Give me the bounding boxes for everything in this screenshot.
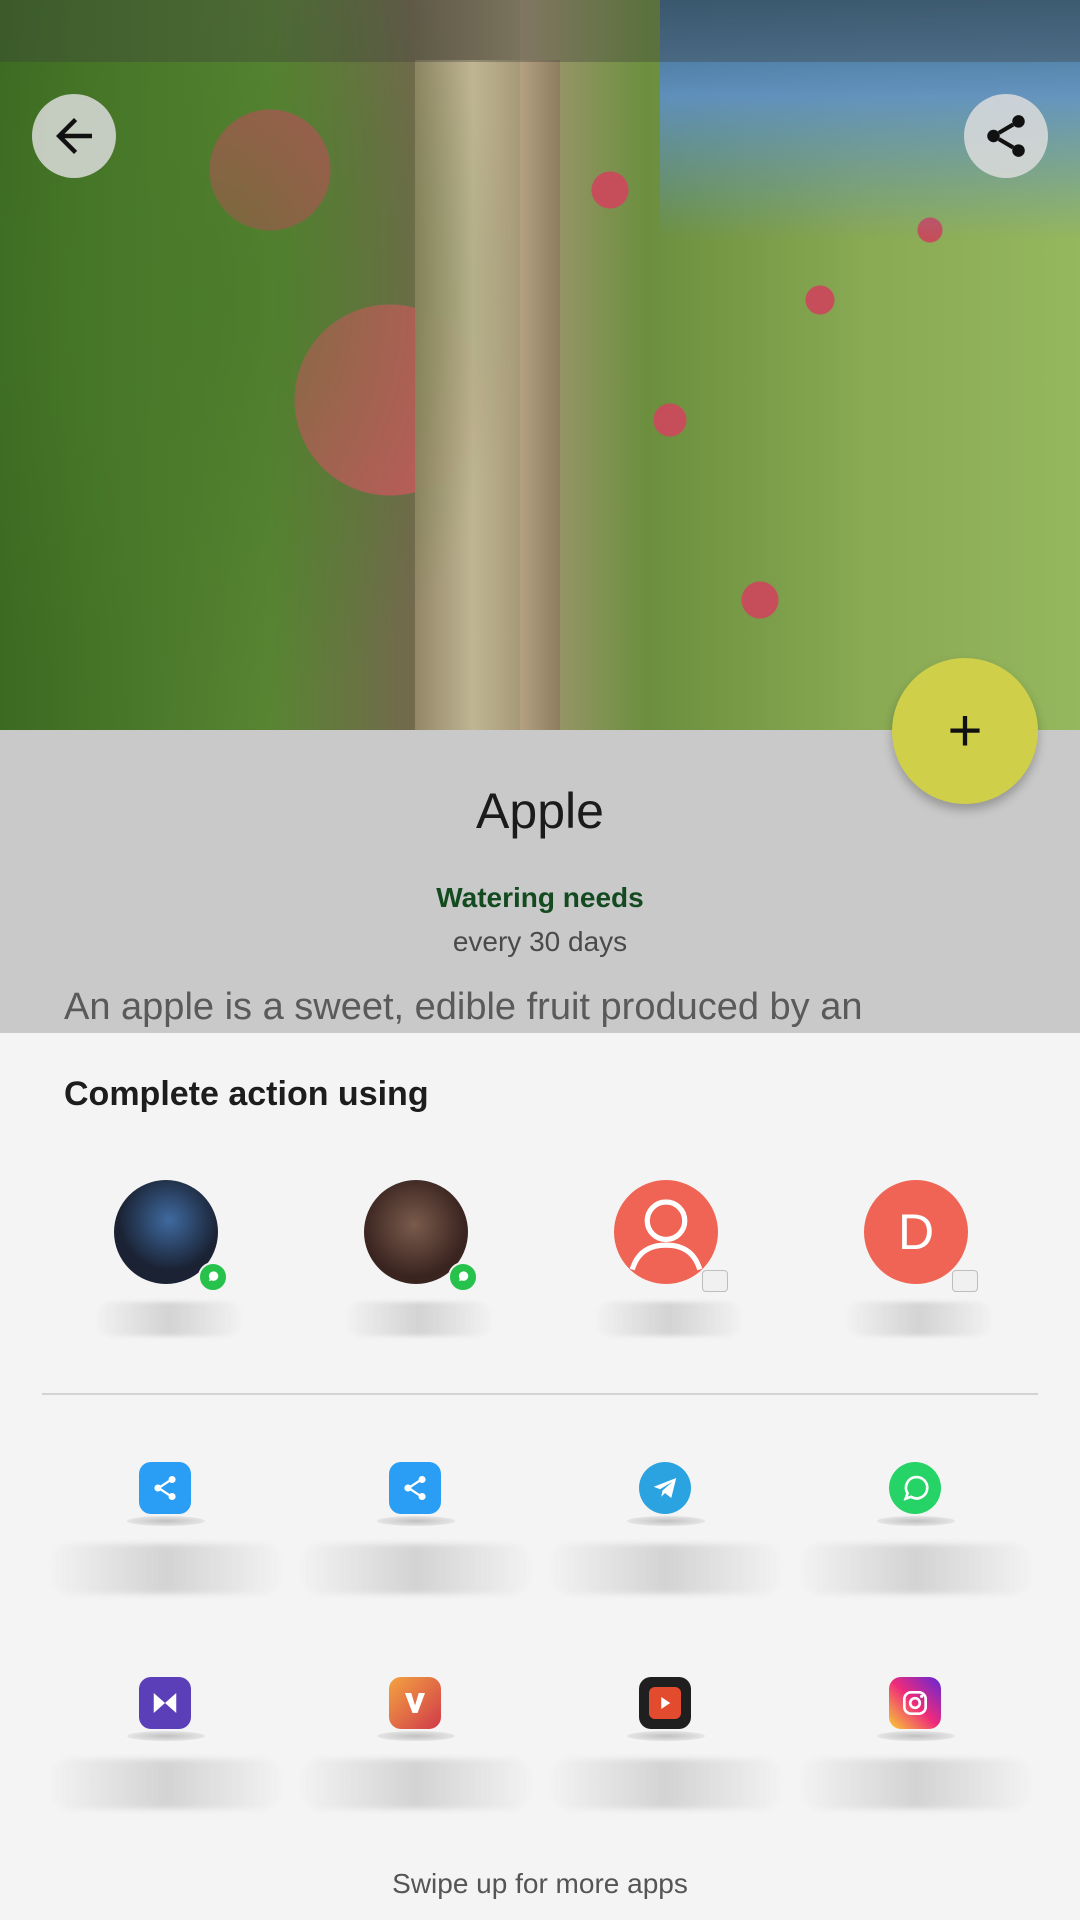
status-bar [0,0,1080,62]
app-target[interactable] [47,1452,285,1594]
watering-title: Watering needs [436,882,644,913]
kinemaster-icon [139,1677,191,1729]
app-target[interactable] [47,1667,285,1809]
app-target[interactable] [797,1452,1035,1594]
contact-name-blurred [94,1302,244,1336]
app-name-blurred [547,1544,785,1594]
video-player-icon [639,1677,691,1729]
contact-name-blurred [844,1302,994,1336]
contact-target[interactable]: D [844,1180,994,1336]
share-it-icon [389,1462,441,1514]
whatsapp-badge-icon [198,1262,228,1292]
app-target[interactable] [547,1667,785,1809]
plant-name: Apple [476,783,604,839]
message-badge-icon [702,1270,728,1292]
app-target[interactable] [547,1452,785,1594]
sheet-title: Complete action using [64,1075,429,1113]
avatar [614,1180,718,1284]
icon-reflection [377,1731,455,1741]
app-target[interactable] [297,1452,535,1594]
telegram-icon [639,1462,691,1514]
avatar: D [864,1180,968,1284]
icon-reflection [127,1731,205,1741]
icon-reflection [627,1516,705,1526]
back-button[interactable] [32,94,116,178]
icon-reflection [127,1516,205,1526]
contact-target[interactable] [594,1180,744,1336]
contact-name-blurred [594,1302,744,1336]
watering-value: every 30 days [452,926,628,957]
whatsapp-badge-icon [448,1262,478,1292]
share-it-icon [139,1462,191,1514]
icon-reflection [877,1516,955,1526]
person-icon [629,1199,703,1271]
avatar-letter: D [897,1204,935,1260]
app-name-blurred [297,1759,535,1809]
app-name-blurred [797,1759,1035,1809]
add-fab-button[interactable]: + [892,658,1038,804]
app-name-blurred [547,1759,785,1809]
app-target[interactable] [797,1667,1035,1809]
share-icon [987,115,1025,157]
app-name-blurred [47,1759,285,1809]
app-name-blurred [297,1544,535,1594]
app-target[interactable] [297,1667,535,1809]
message-badge-icon [952,1270,978,1292]
arrow-left-icon [56,118,92,154]
share-button[interactable] [964,94,1048,178]
plus-icon: + [947,697,983,764]
contact-target[interactable] [94,1180,244,1336]
plant-hero-image [0,0,1080,730]
vidmate-icon [389,1677,441,1729]
icon-reflection [877,1731,955,1741]
app-name-blurred [47,1544,285,1594]
contact-target[interactable] [344,1180,494,1336]
plant-description: An apple is a sweet, edible fruit produc… [64,986,863,1028]
instagram-icon [889,1677,941,1729]
whatsapp-icon [889,1462,941,1514]
swipe-hint: Swipe up for more apps [392,1868,688,1899]
icon-reflection [627,1731,705,1741]
divider [42,1393,1038,1395]
app-name-blurred [797,1544,1035,1594]
icon-reflection [377,1516,455,1526]
contact-name-blurred [344,1302,494,1336]
